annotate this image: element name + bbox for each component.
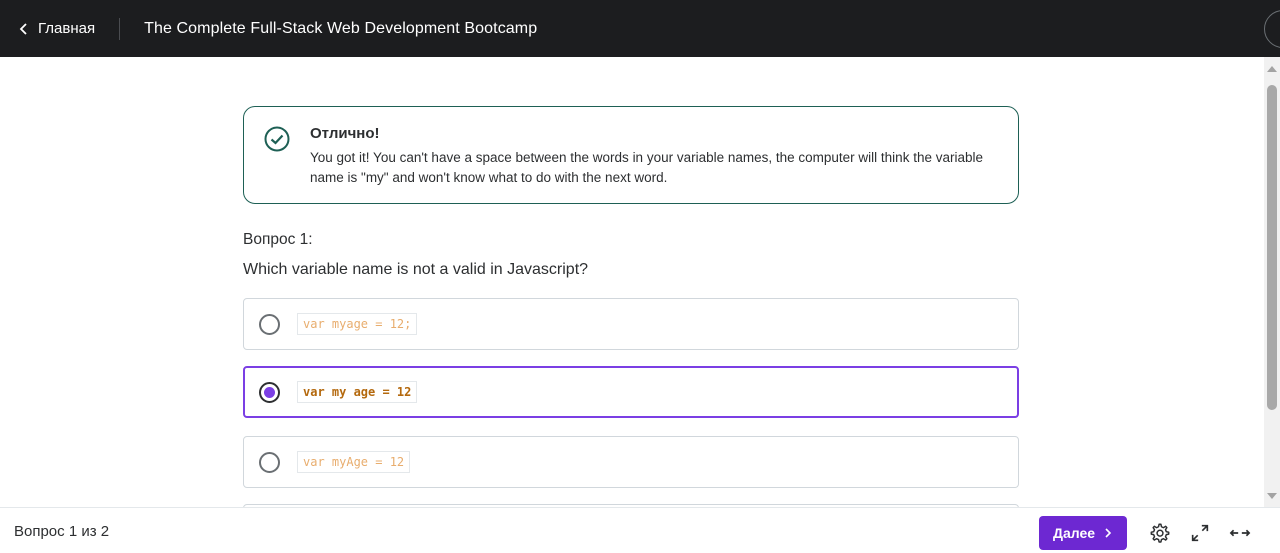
next-button[interactable]: Далее xyxy=(1039,516,1127,550)
answer-code: var myage = 12; xyxy=(297,313,418,335)
back-label: Главная xyxy=(38,20,96,37)
answer-option-1[interactable]: var myage = 12; xyxy=(243,298,1019,350)
chevron-left-icon xyxy=(19,22,27,35)
top-bar: Главная The Complete Full-Stack Web Deve… xyxy=(0,0,1280,57)
question-text: Which variable name is not a valid in Ja… xyxy=(243,261,589,278)
question-progress: Вопрос 1 из 2 xyxy=(14,523,110,540)
radio-selected-dot xyxy=(264,387,275,398)
alert-title: Отлично! xyxy=(310,125,380,142)
footer-bar: Вопрос 1 из 2 Далее xyxy=(0,507,1280,553)
fullscreen-icon[interactable] xyxy=(1189,522,1211,544)
expand-width-icon[interactable] xyxy=(1229,522,1251,544)
settings-icon[interactable] xyxy=(1149,522,1171,544)
quiz-content: Отлично! You got it! You can't have a sp… xyxy=(0,57,1264,507)
scroll-up-arrow-icon[interactable] xyxy=(1267,66,1277,72)
next-button-label: Далее xyxy=(1052,525,1096,541)
radio-button[interactable] xyxy=(259,314,280,335)
answer-option-2[interactable]: var my age = 12 xyxy=(243,366,1019,418)
header-divider xyxy=(119,17,121,40)
progress-circle-button[interactable] xyxy=(1264,10,1280,48)
answer-code: var myAge = 12 xyxy=(297,451,411,473)
chevron-right-icon xyxy=(1105,528,1112,538)
vertical-scrollbar[interactable] xyxy=(1264,57,1280,507)
alert-message: You got it! You can't have a space betwe… xyxy=(310,150,983,185)
question-number: Вопрос 1: xyxy=(243,231,313,248)
answer-code: var my age = 12 xyxy=(297,381,418,403)
success-alert: Отлично! You got it! You can't have a sp… xyxy=(243,106,1019,204)
radio-button-selected[interactable] xyxy=(259,382,280,403)
back-link[interactable]: Главная xyxy=(0,0,119,57)
answer-option-3[interactable]: var myAge = 12 xyxy=(243,436,1019,488)
scroll-thumb[interactable] xyxy=(1267,85,1277,410)
course-title: The Complete Full-Stack Web Development … xyxy=(144,19,538,37)
scroll-down-arrow-icon[interactable] xyxy=(1267,493,1277,499)
check-circle-icon xyxy=(264,126,290,152)
radio-button[interactable] xyxy=(259,452,280,473)
